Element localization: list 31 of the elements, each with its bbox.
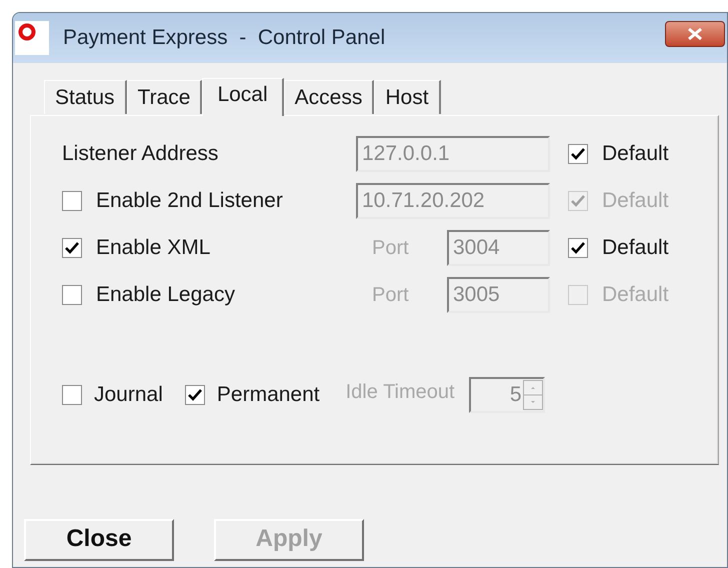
default-label: Default	[602, 140, 669, 167]
default-label: Default	[602, 282, 669, 308]
tab[interactable]: Status	[44, 80, 127, 114]
port-label: Port	[371, 236, 410, 260]
dialog-button[interactable]: Close	[24, 519, 174, 561]
option-label: Enable XML	[96, 234, 210, 261]
tab[interactable]: Local	[202, 78, 284, 116]
option-label: Enable 2nd Listener	[96, 188, 283, 214]
tab[interactable]: Host	[374, 80, 441, 114]
default-label: Default	[602, 188, 669, 214]
option-label: Enable Legacy	[96, 282, 235, 308]
spin-value: 5	[508, 382, 523, 408]
field-label: Listener Address	[62, 140, 218, 167]
app-icon	[15, 21, 49, 55]
option-label: Journal	[94, 382, 163, 408]
checkbox[interactable]	[62, 385, 82, 405]
port-label: Port	[371, 282, 410, 308]
close-icon	[686, 27, 704, 41]
checkbox[interactable]	[568, 238, 588, 258]
close-button[interactable]	[665, 21, 725, 47]
default-label: Default	[602, 234, 669, 261]
checkbox[interactable]	[568, 144, 588, 164]
field-label: Idle Timeout	[346, 380, 455, 405]
window-title: Payment Express - Control Panel	[63, 25, 386, 52]
tab[interactable]: Trace	[126, 80, 202, 114]
checkbox[interactable]	[62, 284, 82, 304]
option-label: Permanent	[216, 382, 320, 408]
checkbox[interactable]	[184, 385, 205, 405]
tab[interactable]: Access	[284, 80, 374, 114]
checkbox[interactable]	[62, 238, 82, 258]
checkbox[interactable]	[62, 190, 82, 210]
